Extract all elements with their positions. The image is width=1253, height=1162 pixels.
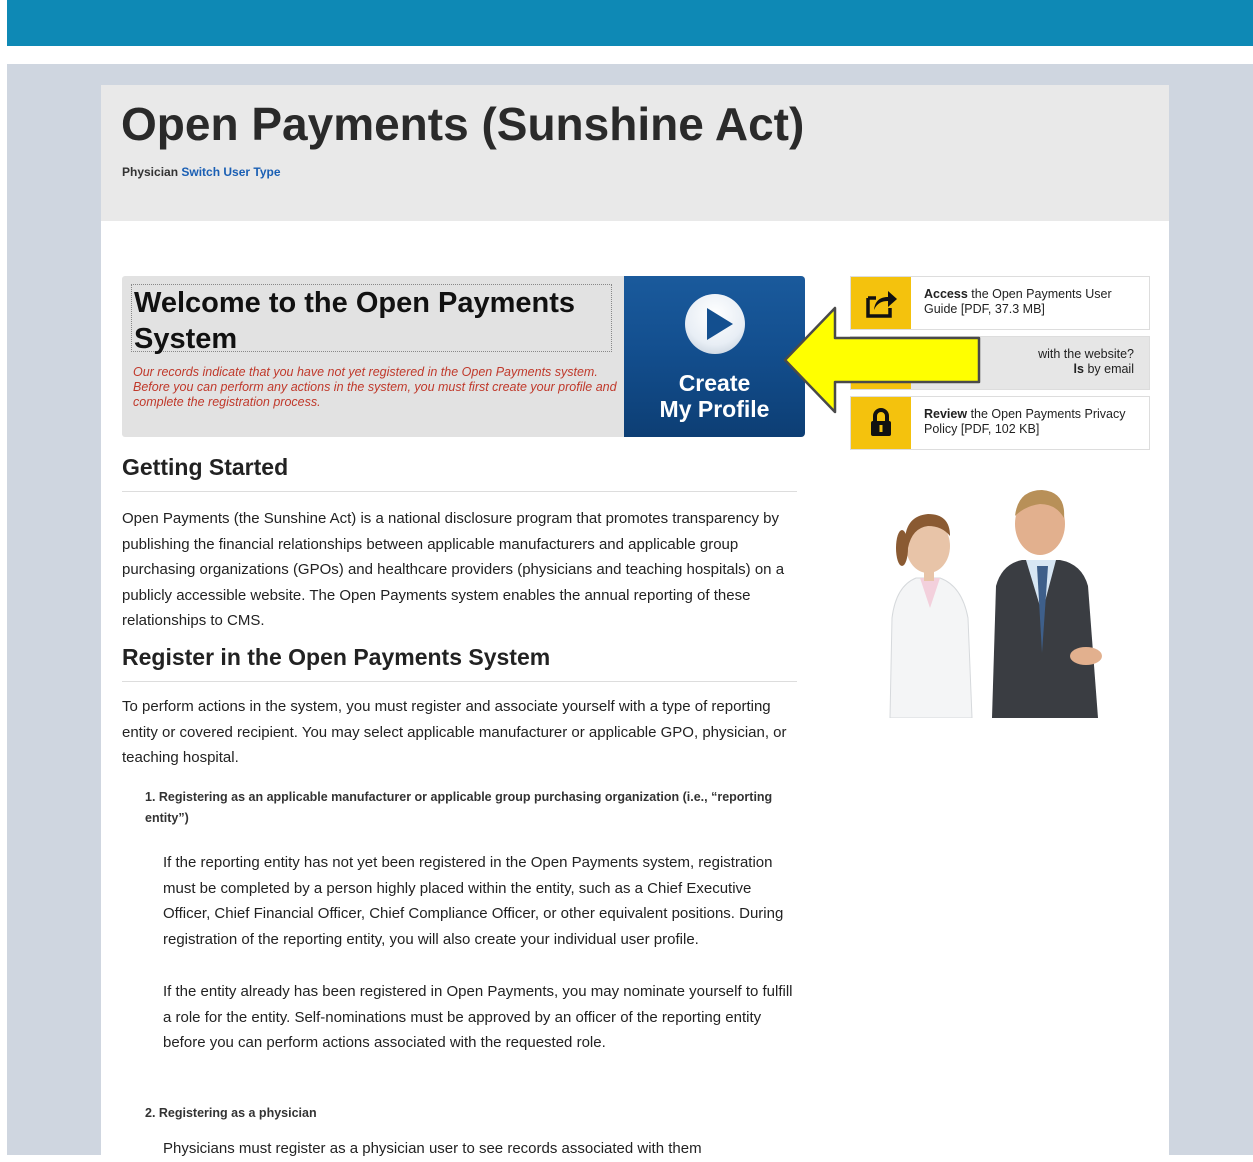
content-panel: Open Payments (Sunshine Act) Physician S…: [101, 85, 1169, 1157]
register-text: To perform actions in the system, you mu…: [122, 698, 787, 766]
list-item-paragraph: Physicians must register as a physician …: [163, 1140, 702, 1157]
annotation-arrow: [783, 306, 981, 414]
top-banner: [7, 0, 1253, 46]
registration-notice: Our records indicate that you have not y…: [133, 365, 617, 409]
user-type-label: Physician: [122, 165, 179, 179]
help-text: with the website? ls by email: [1038, 347, 1134, 376]
create-label-line2: My Profile: [659, 396, 770, 422]
register-heading: Register in the Open Payments System: [122, 644, 551, 670]
section-divider: [122, 491, 797, 492]
getting-started-text: Open Payments (the Sunshine Act) is a na…: [122, 510, 785, 629]
welcome-title: Welcome to the Open Payments System: [134, 287, 576, 355]
play-triangle: [707, 308, 733, 340]
getting-started-heading: Getting Started: [122, 454, 289, 480]
switch-user-type-link[interactable]: Switch User Type: [181, 165, 280, 179]
list-item-heading: 1. Registering as an applicable manufact…: [145, 790, 773, 825]
doctors-photo: [889, 490, 1102, 718]
create-label-line1: Create: [678, 370, 751, 396]
list-item-heading: 2. Registering as a physician: [145, 1106, 317, 1120]
page-header: Open Payments (Sunshine Act) Physician S…: [101, 85, 1169, 221]
page-title: Open Payments (Sunshine Act): [121, 98, 805, 150]
list-item-paragraph: If the reporting entity has not yet been…: [163, 854, 784, 948]
welcome-box: Welcome to the Open Payments System Our …: [122, 276, 805, 437]
welcome-title-frame: Welcome to the Open Payments System: [131, 284, 612, 355]
play-icon: [685, 294, 745, 354]
user-type-line: Physician Switch User Type: [122, 165, 281, 179]
section-divider: [122, 681, 797, 682]
list-item-paragraph: If the entity already has been registere…: [163, 983, 793, 1051]
create-profile-label: Create My Profile: [624, 370, 805, 422]
create-profile-button[interactable]: Create My Profile: [624, 276, 805, 437]
